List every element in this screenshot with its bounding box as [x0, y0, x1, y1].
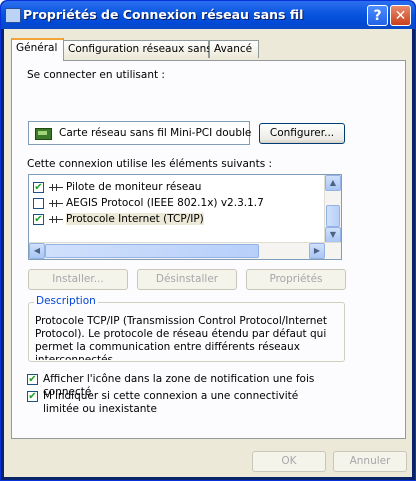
- cancel-button[interactable]: Annuler: [333, 451, 407, 472]
- components-label: Cette connexion utilise les éléments sui…: [27, 158, 273, 170]
- horizontal-scroll-thumb[interactable]: [45, 244, 259, 258]
- window-title: Propriétés de Connexion réseau sans fil: [23, 7, 304, 22]
- scroll-left-icon[interactable]: ◀: [29, 243, 45, 259]
- checkbox-notify-limited[interactable]: ✔: [27, 391, 38, 402]
- protocol-icon: [49, 184, 63, 191]
- checkbox-network-monitor[interactable]: ✔: [33, 182, 44, 193]
- install-button[interactable]: Installer...: [28, 269, 128, 290]
- dialog-client: Général Configuration réseaux sans fil A…: [4, 29, 412, 477]
- properties-button[interactable]: Propriétés: [246, 269, 346, 290]
- checkbox-tcpip[interactable]: ✔: [33, 214, 44, 225]
- dialog-window: Propriétés de Connexion réseau sans fil …: [0, 0, 416, 481]
- tab-advanced[interactable]: Avancé: [209, 40, 259, 58]
- general-tab-panel: Se connecter en utilisant : Carte réseau…: [11, 60, 406, 439]
- protocol-icon: [49, 216, 63, 223]
- adapter-name: Carte réseau sans fil Mini-PCI double: [59, 127, 252, 139]
- scroll-down-icon[interactable]: ▼: [325, 227, 341, 243]
- list-item-label: Pilote de moniteur réseau: [66, 181, 202, 193]
- list-item-network-monitor[interactable]: ✔ Pilote de moniteur réseau: [33, 180, 323, 196]
- description-title: Description: [34, 295, 98, 307]
- vertical-scroll-thumb[interactable]: [326, 205, 340, 227]
- help-button[interactable]: ?: [367, 5, 388, 26]
- checkbox-aegis[interactable]: [33, 198, 44, 209]
- checkbox-show-icon[interactable]: ✔: [27, 374, 38, 385]
- ok-button[interactable]: OK: [252, 451, 326, 472]
- scroll-up-icon[interactable]: ▲: [325, 175, 341, 191]
- vertical-scrollbar[interactable]: ▲ ▼: [324, 175, 341, 243]
- list-item-aegis[interactable]: AEGIS Protocol (IEEE 802.1x) v2.3.1.7: [33, 196, 323, 212]
- scroll-right-icon[interactable]: ▶: [309, 243, 325, 259]
- horizontal-scrollbar[interactable]: ◀ ▶: [29, 242, 341, 259]
- close-button[interactable]: ✕: [390, 5, 411, 26]
- components-list[interactable]: ✔ Pilote de moniteur réseau AEGIS Protoc…: [28, 174, 342, 260]
- list-item-label: Protocole Internet (TCP/IP): [66, 213, 204, 225]
- network-card-icon: [35, 128, 52, 140]
- description-group: Description Protocole TCP/IP (Transmissi…: [28, 295, 345, 362]
- description-text: Protocole TCP/IP (Transmission Control P…: [35, 315, 327, 360]
- list-item-tcpip[interactable]: ✔ Protocole Internet (TCP/IP): [33, 212, 323, 228]
- tab-wireless-networks[interactable]: Configuration réseaux sans fil: [63, 40, 225, 58]
- list-item-label: AEGIS Protocol (IEEE 802.1x) v2.3.1.7: [66, 197, 264, 209]
- connect-using-label: Se connecter en utilisant :: [27, 69, 165, 81]
- network-connection-icon: [5, 8, 21, 23]
- protocol-icon: [49, 200, 63, 207]
- uninstall-button[interactable]: Désinstaller: [137, 269, 237, 290]
- adapter-field: Carte réseau sans fil Mini-PCI double: [28, 121, 252, 145]
- title-bar[interactable]: Propriétés de Connexion réseau sans fil …: [1, 1, 415, 29]
- configure-button[interactable]: Configurer...: [259, 123, 345, 144]
- tab-general[interactable]: Général: [11, 38, 64, 61]
- notify-limited-label: M'indiquer si cette connexion a une conn…: [43, 390, 299, 415]
